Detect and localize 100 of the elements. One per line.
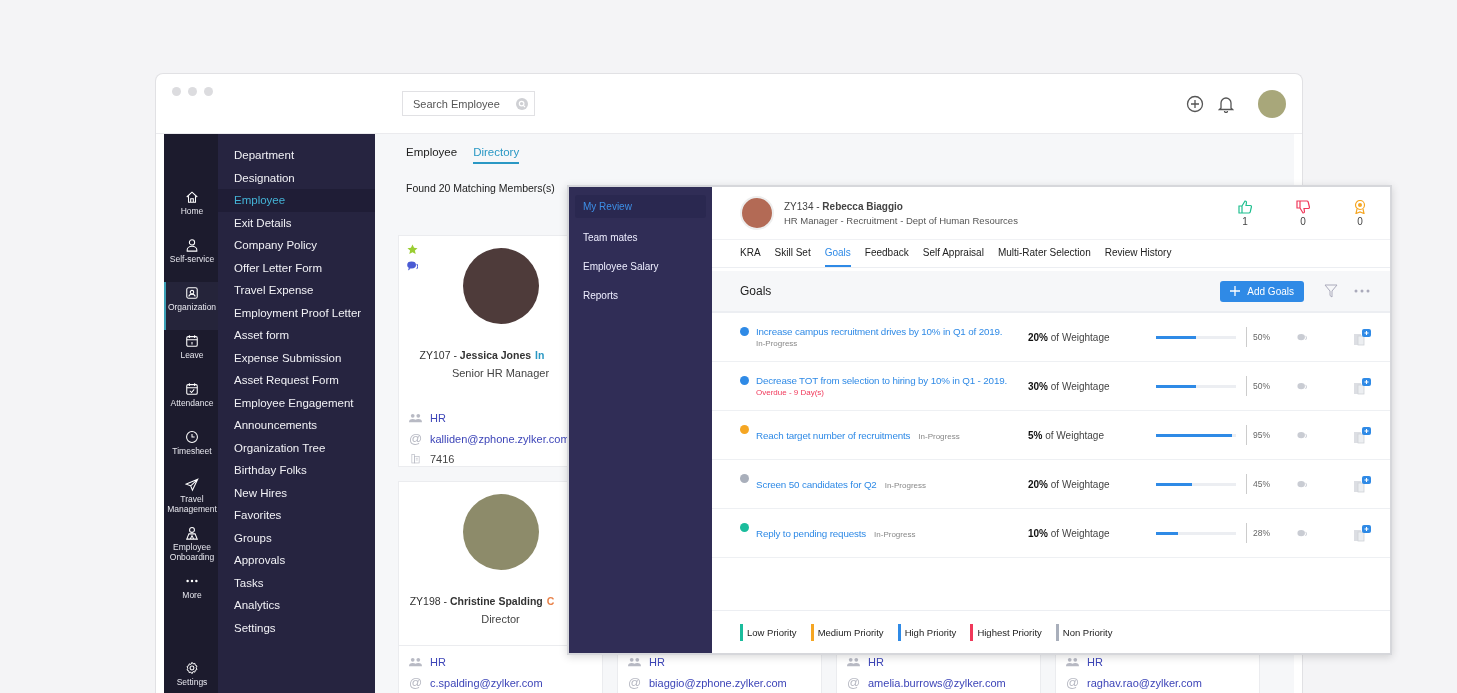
department-link[interactable]: HR [430, 412, 446, 424]
priority-label: Medium Priority [817, 626, 884, 638]
menu-item[interactable]: New Hires [218, 481, 375, 504]
add-note-icon[interactable] [1353, 475, 1371, 493]
rail-item[interactable]: Travel Management [164, 474, 218, 522]
review-nav-item[interactable]: My Review [575, 195, 706, 218]
menu-item[interactable]: Employee [218, 189, 375, 212]
department-link[interactable]: HR [868, 656, 884, 668]
menu-item[interactable]: Designation [218, 166, 375, 189]
goal-weightage: 30% of Weightage [1028, 380, 1111, 392]
tab[interactable]: Skill Set [774, 240, 811, 267]
tab[interactable]: KRA [740, 240, 761, 267]
menu-item[interactable]: Asset Request Form [218, 369, 375, 392]
more-options-icon[interactable] [1354, 289, 1370, 293]
add-icon[interactable] [1186, 94, 1204, 113]
goal-link[interactable]: Decrease TOT from selection to hiring by 10% in Q1 - 2019. [756, 375, 1008, 386]
progress-percent: 45% [1246, 474, 1281, 494]
tab[interactable]: Goals [824, 240, 851, 267]
department-link[interactable]: HR [430, 656, 446, 668]
email-link[interactable]: kalliden@zphone.zylker.com [430, 432, 570, 445]
award-icon[interactable] [1354, 199, 1366, 214]
menu-item[interactable]: Company Policy [218, 234, 375, 257]
job-title: Director [481, 613, 520, 625]
add-note-icon[interactable] [1353, 426, 1371, 444]
email-icon: @ [847, 675, 860, 690]
department-link[interactable]: HR [1087, 656, 1103, 668]
thumbs-down-icon[interactable] [1296, 199, 1310, 214]
menu-item[interactable]: Tasks [218, 571, 375, 594]
department-link[interactable]: HR [649, 656, 665, 668]
menu-item[interactable]: Employment Proof Letter [218, 301, 375, 324]
comment-icon[interactable] [1297, 332, 1307, 342]
rail-item[interactable]: Employee Onboarding [164, 522, 218, 570]
window-dot-icon [172, 87, 181, 96]
add-note-icon[interactable] [1353, 328, 1371, 346]
comment-icon[interactable] [1297, 479, 1307, 489]
notification-bell-icon[interactable] [1218, 94, 1234, 113]
menu-item[interactable]: Approvals [218, 549, 375, 572]
menu-item[interactable]: Exit Details [218, 211, 375, 234]
tab[interactable]: Review History [1104, 240, 1172, 267]
tab[interactable]: Employee [406, 146, 458, 164]
goal-link[interactable]: Increase campus recruitment drives by 10% in Q1 of 2019. [756, 326, 1003, 337]
settings-rail-item[interactable]: Settings [164, 657, 218, 693]
comment-icon[interactable] [1297, 430, 1307, 440]
email-link[interactable]: amelia.burrows@zylker.com [868, 676, 1006, 689]
clock-icon [185, 430, 199, 444]
avatar-placeholder [740, 196, 774, 230]
comment-icon[interactable] [1297, 381, 1307, 391]
email-link[interactable]: c.spalding@zylker.com [430, 676, 543, 689]
goal-link[interactable]: Reply to pending requests [756, 527, 867, 539]
menu-item[interactable]: Department [218, 144, 375, 167]
goal-link[interactable]: Screen 50 candidates for Q2 [756, 478, 877, 490]
search-field[interactable]: Search Employee [402, 91, 535, 116]
menu-item[interactable]: Birthday Folks [218, 459, 375, 482]
people-icon [185, 526, 199, 540]
group-icon [628, 657, 641, 667]
goal-link[interactable]: Reach target number of recruitments [756, 429, 911, 441]
add-note-icon[interactable] [1353, 524, 1371, 542]
email-link[interactable]: raghav.rao@zylker.com [1087, 676, 1202, 689]
email-link[interactable]: biaggio@zphone.zylker.com [649, 676, 787, 689]
plane-icon [185, 478, 199, 492]
menu-item[interactable]: Announcements [218, 414, 375, 437]
tab[interactable]: Self Appraisal [922, 240, 984, 267]
menu-item[interactable]: Expense Submission [218, 346, 375, 369]
add-goals-button[interactable]: Add Goals [1220, 280, 1304, 302]
thumbs-up-icon[interactable] [1238, 199, 1252, 214]
user-avatar[interactable] [1258, 89, 1286, 118]
menu-item[interactable]: Organization Tree [218, 436, 375, 459]
phone-icon [409, 454, 422, 464]
group-icon [847, 657, 860, 667]
menu-item[interactable]: Settings [218, 616, 375, 639]
rail-item[interactable]: More [164, 570, 218, 618]
star-icon[interactable] [407, 244, 418, 255]
chat-icon[interactable] [407, 261, 418, 271]
group-icon [1066, 657, 1079, 667]
menu-item[interactable]: Favorites [218, 504, 375, 527]
counter-value: 1 [1242, 215, 1248, 227]
person-icon [185, 238, 199, 252]
menu-item[interactable]: Asset form [218, 324, 375, 347]
progress-percent: 28% [1246, 523, 1281, 543]
menu-item[interactable]: Travel Expense [218, 279, 375, 302]
rail-item[interactable]: Organization [164, 282, 218, 330]
rail-item[interactable]: Timesheet [164, 426, 218, 474]
rail-item[interactable]: Leave [164, 330, 218, 378]
priority-label: Non Priority [1062, 626, 1113, 638]
tab[interactable]: Multi-Rater Selection [997, 240, 1091, 267]
add-note-icon[interactable] [1353, 377, 1371, 395]
menu-item[interactable]: Groups [218, 526, 375, 549]
menu-item[interactable]: Offer Letter Form [218, 256, 375, 279]
rail-item[interactable]: Self-service [164, 234, 218, 282]
progress-percent: 95% [1246, 425, 1281, 445]
phone-extension: 7416 [430, 453, 455, 465]
menu-item[interactable]: Employee Engagement [218, 391, 375, 414]
tab[interactable]: Feedback [864, 240, 909, 267]
filter-icon[interactable] [1324, 284, 1338, 298]
menu-item[interactable]: Analytics [218, 594, 375, 617]
settings-icon [185, 661, 199, 675]
goal-weightage: 5% of Weightage [1028, 429, 1105, 441]
comment-icon[interactable] [1297, 528, 1307, 538]
rail-item[interactable]: Home [164, 186, 218, 234]
rail-item[interactable]: Attendance [164, 378, 218, 426]
